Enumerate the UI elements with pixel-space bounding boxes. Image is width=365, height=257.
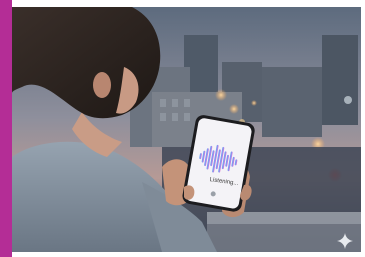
sparkle-icon (337, 233, 353, 249)
photo: Listening... (12, 7, 361, 252)
screenshot-frame: Listening... (0, 0, 365, 257)
scene-illustration (12, 7, 361, 252)
accent-side-bar (0, 0, 12, 257)
